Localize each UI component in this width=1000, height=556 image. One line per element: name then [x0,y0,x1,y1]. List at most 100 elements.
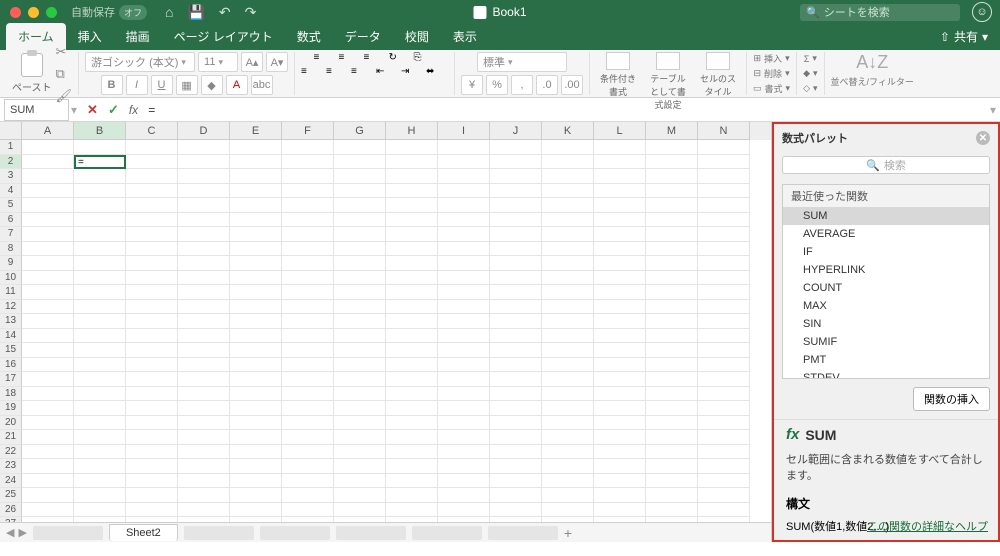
row-header[interactable]: 7 [0,227,22,242]
delete-cells-button[interactable]: ⊟削除▾ [754,67,790,81]
cell[interactable] [438,285,490,300]
cell[interactable] [282,401,334,416]
cell[interactable] [230,459,282,474]
cell[interactable] [438,430,490,445]
cell[interactable] [646,343,698,358]
cell[interactable] [698,329,750,344]
cell[interactable] [126,213,178,228]
cell[interactable] [74,387,126,402]
undo-icon[interactable]: ↶ [219,4,231,21]
cell[interactable] [74,459,126,474]
merge-cells-icon[interactable]: ⬌ [426,66,448,77]
cell[interactable] [126,488,178,503]
cell[interactable] [230,372,282,387]
cell[interactable] [178,213,230,228]
cell[interactable] [490,213,542,228]
minimize-window-icon[interactable] [28,7,39,18]
cell[interactable] [542,372,594,387]
cell[interactable] [230,242,282,257]
cell[interactable] [594,198,646,213]
cell-styles-button[interactable]: セルのスタイル [696,52,740,98]
font-size-select[interactable]: 11 [198,52,238,72]
cell[interactable] [334,169,386,184]
cell[interactable] [490,256,542,271]
cell[interactable] [230,184,282,199]
select-all-corner[interactable] [0,122,22,140]
row-header[interactable]: 11 [0,285,22,300]
cell[interactable] [594,184,646,199]
cell[interactable] [542,140,594,155]
cell[interactable] [594,256,646,271]
cell[interactable] [542,198,594,213]
cell[interactable] [178,256,230,271]
tab-review[interactable]: 校閲 [393,23,441,50]
cell[interactable] [542,213,594,228]
cell[interactable] [646,300,698,315]
align-center-icon[interactable]: ≡ [326,66,348,77]
cell[interactable] [594,401,646,416]
cell[interactable] [22,285,74,300]
cell[interactable] [282,198,334,213]
column-header[interactable]: M [646,122,698,140]
paste-button[interactable]: ペースト [12,53,52,94]
cell[interactable] [126,256,178,271]
cell[interactable] [334,503,386,518]
clear-button[interactable]: ◇▾ [803,81,817,95]
cell[interactable] [386,445,438,460]
cell[interactable] [282,343,334,358]
cell[interactable] [282,155,334,170]
cell[interactable] [126,314,178,329]
cell[interactable] [178,474,230,489]
column-header[interactable]: I [438,122,490,140]
cell[interactable] [386,358,438,373]
cell[interactable] [126,343,178,358]
cell[interactable] [230,198,282,213]
row-header[interactable]: 25 [0,488,22,503]
cell[interactable] [126,184,178,199]
font-name-select[interactable]: 游ゴシック (本文) [85,52,195,72]
cell[interactable] [490,459,542,474]
row-header[interactable]: 19 [0,401,22,416]
cell[interactable] [126,358,178,373]
cell[interactable] [22,343,74,358]
cell[interactable] [230,314,282,329]
cell[interactable] [594,271,646,286]
fill-color-button[interactable]: ◆ [201,75,223,95]
cell[interactable] [282,387,334,402]
cell[interactable] [126,401,178,416]
function-list-item[interactable]: SIN [783,315,989,333]
table-format-button[interactable]: テーブルとして書式設定 [646,52,690,111]
row-header[interactable]: 24 [0,474,22,489]
cell[interactable] [490,169,542,184]
cell[interactable] [490,372,542,387]
cell[interactable] [178,343,230,358]
column-header[interactable]: H [386,122,438,140]
cell[interactable] [438,314,490,329]
column-header[interactable]: G [334,122,386,140]
cell[interactable] [74,430,126,445]
cell[interactable] [22,445,74,460]
align-right-icon[interactable]: ≡ [351,66,373,77]
cell[interactable] [490,387,542,402]
cell[interactable] [490,416,542,431]
row-header[interactable]: 1 [0,140,22,155]
function-list-item[interactable]: SUMIF [783,333,989,351]
cell[interactable] [646,358,698,373]
row-header[interactable]: 9 [0,256,22,271]
cell[interactable] [178,140,230,155]
cell[interactable] [22,155,74,170]
cell[interactable] [594,459,646,474]
cell[interactable] [542,314,594,329]
cell[interactable] [490,430,542,445]
cell[interactable] [542,285,594,300]
percent-icon[interactable]: % [486,75,508,95]
row-header[interactable]: 6 [0,213,22,228]
cell[interactable] [438,300,490,315]
function-list-item[interactable]: IF [783,243,989,261]
cell[interactable] [74,329,126,344]
cell[interactable] [126,387,178,402]
cell[interactable] [22,314,74,329]
cell[interactable] [334,140,386,155]
cell[interactable] [74,213,126,228]
cell[interactable] [230,300,282,315]
